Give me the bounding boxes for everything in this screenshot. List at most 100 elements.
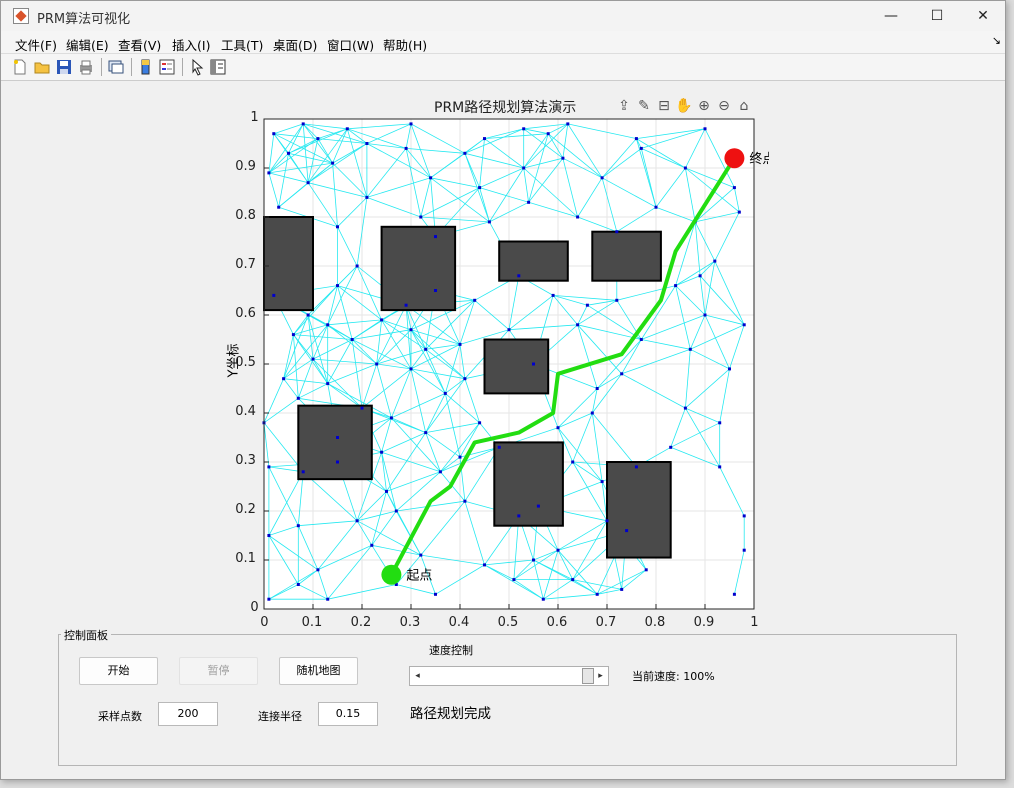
roadmap-node [267,534,271,537]
roadmap-node [698,274,702,278]
roadmap-node [389,416,393,420]
roadmap-node [483,563,486,567]
roadmap-node [316,137,320,141]
y-tick-label: 0 [250,600,259,615]
menu-edit[interactable]: 编辑(E) [66,35,109,54]
roadmap-node [634,137,638,141]
x-tick-label: 0.1 [301,615,323,630]
start-button[interactable]: 开始 [79,657,158,685]
roadmap-node [605,519,609,523]
menu-desktop[interactable]: 桌面(D) [273,35,317,54]
roadmap-node [595,387,599,390]
roadmap-node [331,161,335,165]
roadmap-node [429,176,433,180]
current-speed-text: 当前速度: 100% [632,670,715,683]
start-marker [381,564,402,585]
roadmap-node [311,357,315,361]
roadmap-node [316,568,320,572]
roadmap-node [385,489,388,493]
menu-insert[interactable]: 插入(I) [172,35,210,54]
roadmap-node [267,597,271,601]
roadmap-node [301,470,305,474]
save-icon[interactable] [55,58,73,76]
roadmap-node [556,426,560,430]
roadmap-node [634,465,638,469]
roadmap-node [732,186,736,190]
minimize-button[interactable]: — [868,1,914,31]
roadmap-node [394,509,398,513]
roadmap-node [600,176,604,180]
prm-plot-axes[interactable]: 起点 终点 [249,109,769,629]
roadmap-node [306,313,310,317]
slider-right-arrow-icon[interactable]: ▸ [593,668,607,684]
roadmap-node [458,455,462,459]
roadmap-node [404,303,408,307]
y-tick-label: 0.5 [235,355,256,370]
roadmap-node [742,548,746,552]
slider-left-arrow-icon[interactable]: ◂ [411,668,424,684]
roadmap-node [287,151,290,155]
new-file-icon[interactable] [11,58,29,76]
roadmap-node [561,156,565,160]
roadmap-node [732,592,736,596]
menu-tools[interactable]: 工具(T) [221,35,263,54]
roadmap-node [296,524,300,528]
property-inspector-icon[interactable] [209,58,227,76]
y-tick-label: 0.4 [235,404,256,419]
roadmap-node [350,338,354,341]
colorbar-icon[interactable] [137,58,155,76]
x-tick-label: 0.3 [399,615,421,630]
link-plot-icon[interactable] [107,58,125,76]
roadmap-node [365,142,369,145]
print-icon[interactable] [77,58,95,76]
roadmap-node [463,151,467,155]
close-button[interactable]: ✕ [960,1,1006,31]
maximize-button[interactable]: ☐ [914,1,960,31]
roadmap-node [478,421,482,425]
roadmap-node [532,362,535,366]
toolbar-separator [101,58,102,76]
title-bar[interactable]: PRM算法可视化 — ☐ ✕ [1,1,1005,31]
obstacle [591,230,662,282]
control-panel [58,634,957,766]
menu-view[interactable]: 查看(V) [118,35,161,54]
dock-arrow-icon[interactable]: ↘ [992,34,1001,47]
menu-window[interactable]: 窗口(W) [327,35,374,54]
radius-label: 连接半径 [258,710,302,723]
roadmap-node [434,235,437,239]
roadmap-node [380,450,384,454]
roadmap-node [551,293,555,297]
pause-button[interactable]: 暂停 [179,657,258,685]
pointer-icon[interactable] [188,58,206,76]
speed-slider[interactable]: ◂ ▸ [409,666,609,686]
roadmap-node [463,377,467,381]
roadmap-node [438,470,442,474]
roadmap-node [688,347,692,351]
roadmap-node [728,367,731,371]
menu-file[interactable]: 文件(F) [15,35,57,54]
roadmap-node [585,303,589,307]
roadmap-node [336,436,339,439]
roadmap-node [267,465,271,469]
radius-input[interactable]: 0.15 [318,702,378,726]
roadmap-node [291,333,295,337]
roadmap-node [556,548,560,552]
x-tick-label: 0.6 [546,615,568,630]
open-folder-icon[interactable] [33,58,51,76]
roadmap-node [644,568,648,572]
roadmap-node [517,514,521,518]
roadmap-node [301,122,305,126]
roadmap-node [375,362,379,366]
roadmap-node [473,298,477,302]
roadmap-node [576,215,580,219]
legend-icon[interactable] [158,58,176,76]
menu-help[interactable]: 帮助(H) [383,35,427,54]
random-map-button[interactable]: 随机地图 [279,657,358,685]
roadmap-node [522,127,526,131]
roadmap-node [615,230,619,234]
roadmap-node [326,382,330,386]
roadmap-node [536,504,540,508]
roadmap-node [546,132,550,136]
toolbar-separator [182,58,183,76]
samples-input[interactable]: 200 [158,702,218,726]
